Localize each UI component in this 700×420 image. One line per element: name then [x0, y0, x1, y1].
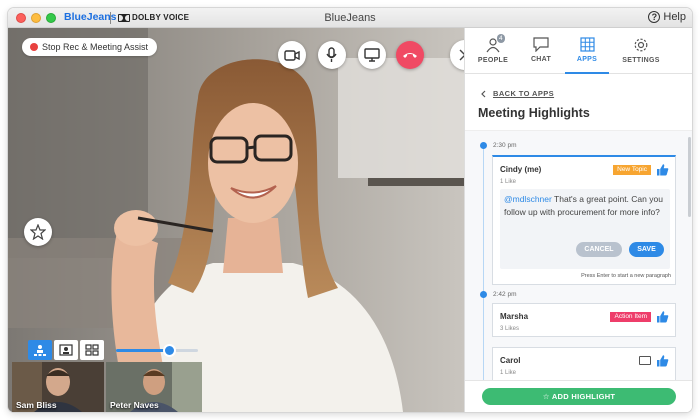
tab-chat-label: CHAT: [530, 56, 552, 63]
tag-icon[interactable]: [639, 356, 651, 365]
stop-recording-label: Stop Rec & Meeting Assist: [42, 42, 149, 52]
timeline-dot: [480, 142, 487, 149]
star-icon: ☆: [542, 392, 552, 401]
highlight-likes: 1 Like: [500, 179, 517, 185]
timeline-dot: [480, 291, 487, 298]
highlight-card[interactable]: Marsha 3 Likes Action Item: [492, 303, 676, 337]
like-icon[interactable]: [656, 310, 669, 323]
person-view-icon: [59, 344, 73, 356]
highlights-feed[interactable]: 2:30 pm Cindy (me) 1 Like New Topic @mdl…: [465, 130, 692, 382]
new-topic-tag[interactable]: New Topic: [613, 165, 651, 175]
bluejeans-window: BlueJeans DOLBY VOICE BlueJeans ? Help S…: [8, 8, 692, 412]
back-to-apps-label: BACK TO APPS: [493, 89, 555, 98]
end-call-button[interactable]: [396, 41, 424, 69]
page-title: Meeting Highlights: [478, 106, 590, 120]
feed-scrollbar[interactable]: [688, 137, 691, 217]
presenter-view-icon: [34, 345, 46, 356]
highlight-likes: 1 Like: [500, 370, 517, 376]
screen-share-button[interactable]: [358, 41, 386, 69]
camera-icon: [284, 49, 300, 61]
highlight-author: Marsha: [500, 312, 529, 321]
end-call-icon: [403, 53, 417, 58]
highlight-time: 2:42 pm: [493, 291, 517, 298]
panel-footer: ☆ ADD HIGHLIGHT: [465, 380, 692, 412]
title-bar: BlueJeans DOLBY VOICE BlueJeans ? Help: [8, 8, 692, 28]
tab-chat[interactable]: CHAT: [519, 28, 563, 74]
layout-toolbar: [28, 340, 104, 360]
chat-icon: [533, 37, 549, 52]
highlight-time: 2:30 pm: [493, 142, 517, 149]
screen-share-icon: [364, 48, 380, 62]
help-button[interactable]: ? Help: [648, 11, 686, 23]
mention-link[interactable]: @mdlschner: [504, 194, 552, 204]
add-highlight-button[interactable]: ☆ ADD HIGHLIGHT: [482, 388, 676, 405]
help-icon: ?: [648, 11, 661, 23]
record-indicator-icon: [30, 43, 38, 51]
grid-view-icon: [85, 344, 99, 356]
tab-apps-label: APPS: [576, 56, 598, 63]
main-video: Stop Rec & Meeting Assist Sam Bliss Pete…: [8, 28, 464, 412]
participant-thumbnail[interactable]: Sam Bliss: [12, 362, 104, 412]
people-count-badge: 4: [497, 34, 505, 43]
participant-name: Peter Naves: [110, 400, 159, 410]
save-button[interactable]: SAVE: [629, 242, 664, 257]
comment-editor[interactable]: @mdlschner That's a great point. Can you…: [500, 189, 670, 269]
tab-apps[interactable]: APPS: [565, 28, 609, 74]
gallery-view-button[interactable]: [80, 340, 104, 360]
stop-recording-button[interactable]: Stop Rec & Meeting Assist: [22, 38, 158, 56]
comment-text: @mdlschner That's a great point. Can you…: [504, 193, 668, 219]
gear-icon: [634, 38, 648, 52]
editor-hint: Press Enter to start a new paragraph: [581, 273, 671, 279]
back-to-apps-link[interactable]: BACK TO APPS: [481, 89, 554, 98]
timeline-line: [483, 145, 484, 382]
participant-thumbnail[interactable]: Peter Naves: [106, 362, 202, 412]
apps-panel: 4 PEOPLE CHAT APPS SETTINGS BACK TO APPS…: [464, 28, 692, 412]
volume-slider-fill: [116, 349, 170, 352]
single-view-button[interactable]: [54, 340, 78, 360]
highlight-author: Cindy (me): [500, 165, 542, 174]
speaker-view-button[interactable]: [28, 340, 52, 360]
participant-name: Sam Bliss: [16, 400, 57, 410]
microphone-icon: [326, 47, 337, 62]
tab-people[interactable]: 4 PEOPLE: [471, 28, 515, 74]
cancel-button[interactable]: CANCEL: [576, 242, 622, 257]
tab-people-label: PEOPLE: [477, 57, 509, 64]
like-icon[interactable]: [656, 354, 669, 367]
highlight-card[interactable]: Carol 1 Like: [492, 347, 676, 382]
window-title: BlueJeans: [324, 12, 376, 24]
highlight-author: Carol: [500, 356, 521, 365]
highlight-star-button[interactable]: [24, 218, 52, 246]
add-highlight-label: ADD HIGHLIGHT: [551, 392, 616, 401]
microphone-button[interactable]: [318, 41, 346, 69]
camera-button[interactable]: [278, 41, 306, 69]
panel-tabs: 4 PEOPLE CHAT APPS SETTINGS: [465, 28, 692, 74]
apps-icon: [579, 37, 595, 52]
highlight-likes: 3 Likes: [500, 326, 520, 332]
action-item-tag[interactable]: Action Item: [610, 312, 651, 322]
star-icon: [30, 224, 46, 240]
like-icon[interactable]: [656, 163, 669, 176]
volume-slider[interactable]: [116, 344, 198, 357]
tab-settings-label: SETTINGS: [622, 57, 660, 64]
tab-settings[interactable]: SETTINGS: [615, 28, 667, 74]
chevron-left-icon: [481, 90, 486, 97]
help-label: Help: [663, 11, 686, 23]
highlight-card[interactable]: Cindy (me) 1 Like New Topic @mdlschner T…: [492, 155, 676, 285]
